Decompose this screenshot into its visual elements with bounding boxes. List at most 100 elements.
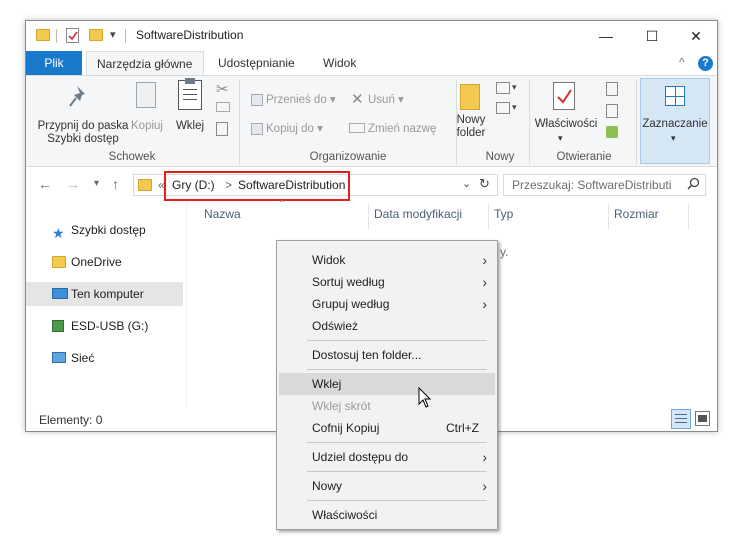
- menu-label: Wklej: [312, 377, 342, 391]
- network-icon: [52, 352, 66, 363]
- paste-button[interactable]: Wklej: [172, 120, 208, 133]
- nav-label: ESD-USB (G:): [71, 319, 149, 333]
- history-icon[interactable]: [606, 126, 618, 138]
- column-date-modified[interactable]: Data modyfikacji: [374, 207, 462, 221]
- menu-item-view[interactable]: Widok ›: [279, 249, 495, 271]
- chevron-down-icon[interactable]: ▾: [671, 132, 676, 145]
- cut-icon[interactable]: ✂: [216, 80, 229, 98]
- menu-separator: [307, 369, 487, 370]
- menu-item-refresh[interactable]: Odśwież: [279, 315, 495, 337]
- pin-icon: [68, 84, 92, 113]
- copy-button[interactable]: Kopiuj: [130, 120, 164, 133]
- minimize-button[interactable]: —: [583, 21, 629, 51]
- folder-icon: [36, 29, 50, 41]
- maximize-button[interactable]: ☐: [629, 21, 675, 51]
- menu-label: Sortuj według: [312, 275, 385, 289]
- search-icon: [687, 177, 700, 193]
- status-items-count: Elementy: 0: [39, 413, 103, 427]
- menu-item-new[interactable]: Nowy ›: [279, 475, 495, 497]
- copy-to-button[interactable]: Kopiuj do ▾: [266, 123, 323, 136]
- chevron-down-icon[interactable]: ▾: [512, 102, 517, 113]
- details-view-icon[interactable]: [671, 409, 691, 429]
- tab-home[interactable]: Narzędzia główne: [86, 51, 204, 75]
- chevron-right-icon: ›: [482, 296, 487, 312]
- help-icon[interactable]: ?: [698, 56, 713, 71]
- move-to-icon: [251, 94, 263, 106]
- tab-file[interactable]: Plik: [26, 51, 82, 75]
- nav-label: OneDrive: [71, 255, 122, 269]
- new-folder-button[interactable]: Nowy folder: [451, 114, 491, 140]
- chevron-right-icon: ›: [482, 449, 487, 465]
- copy-path-icon[interactable]: [216, 102, 230, 112]
- column-separator[interactable]: [488, 204, 489, 230]
- menu-item-paste[interactable]: Wklej: [279, 373, 495, 395]
- ribbon-tabs: Plik Narzędzia główne Udostępnianie Wido…: [26, 51, 717, 75]
- rename-icon: [349, 123, 365, 133]
- menu-item-share-with[interactable]: Udziel dostępu do ›: [279, 446, 495, 468]
- chevron-down-icon[interactable]: ▾: [558, 132, 563, 145]
- column-separator[interactable]: [608, 204, 609, 230]
- nav-label: Szybki dostęp: [71, 223, 146, 237]
- menu-shortcut: Ctrl+Z: [446, 421, 479, 435]
- tab-share[interactable]: Udostępnianie: [208, 51, 305, 75]
- column-type[interactable]: Typ: [494, 207, 513, 221]
- tab-view[interactable]: Widok: [313, 51, 366, 75]
- collapse-ribbon-icon[interactable]: ^: [679, 55, 685, 69]
- close-button[interactable]: ✕: [673, 21, 717, 51]
- address-dropdown-chevron-icon[interactable]: ⌄: [462, 177, 471, 190]
- menu-item-customize-folder[interactable]: Dostosuj ten folder...: [279, 344, 495, 366]
- menu-separator: [307, 500, 487, 501]
- nav-item-network[interactable]: Sieć: [26, 346, 183, 370]
- recent-locations-chevron-icon[interactable]: ▾: [94, 178, 99, 189]
- menu-label: Właściwości: [312, 508, 378, 522]
- back-arrow-icon[interactable]: ←: [38, 176, 52, 192]
- menu-label: Dostosuj ten folder...: [312, 348, 422, 362]
- easy-access-icon[interactable]: [496, 102, 510, 114]
- properties-quick-icon[interactable]: [66, 28, 79, 43]
- pin-quick-access-button[interactable]: Przypnij do paska Szybki dostęp: [30, 120, 136, 146]
- divider: [56, 29, 57, 43]
- column-name[interactable]: Nazwa: [204, 207, 241, 221]
- menu-item-undo-copy[interactable]: Cofnij Kopiuj Ctrl+Z: [279, 417, 495, 439]
- new-folder-quick-icon[interactable]: [89, 29, 103, 41]
- search-box[interactable]: Przeszukaj: SoftwareDistributi: [503, 174, 706, 196]
- column-separator[interactable]: [688, 204, 689, 230]
- group-label-open: Otwieranie: [556, 151, 612, 163]
- customize-toolbar-chevron-icon[interactable]: ▾: [110, 28, 116, 41]
- menu-label: Wklej skrót: [312, 399, 371, 413]
- menu-item-properties[interactable]: Właściwości: [279, 504, 495, 526]
- navigation-bar: ← → ▾ ↑ « Gry (D:) > SoftwareDistributio…: [26, 167, 717, 203]
- nav-item-onedrive[interactable]: OneDrive: [26, 250, 183, 274]
- edit-icon[interactable]: [606, 104, 618, 118]
- sort-chevron-up-icon: ⌃: [278, 199, 287, 210]
- search-placeholder: Przeszukaj: SoftwareDistributi: [512, 178, 672, 192]
- nav-item-quick-access[interactable]: ★ Szybki dostęp: [26, 218, 183, 242]
- menu-item-paste-shortcut[interactable]: Wklej skrót: [279, 395, 495, 417]
- menu-separator: [307, 442, 487, 443]
- open-icon[interactable]: [606, 82, 618, 96]
- up-arrow-icon[interactable]: ↑: [112, 176, 119, 192]
- delete-button[interactable]: Usuń ▾: [368, 94, 404, 107]
- move-to-button[interactable]: Przenieś do ▾: [266, 94, 336, 107]
- properties-button[interactable]: Właściwości: [533, 118, 599, 131]
- folder-icon: [138, 179, 152, 191]
- column-size[interactable]: Rozmiar: [614, 207, 659, 221]
- chevron-right-icon: ›: [482, 274, 487, 290]
- refresh-icon[interactable]: ↻: [479, 176, 490, 192]
- nav-item-usb[interactable]: ESD-USB (G:): [26, 314, 183, 338]
- rename-button[interactable]: Zmień nazwę: [368, 123, 436, 136]
- title-bar: ▾ SoftwareDistribution — ☐ ✕: [26, 21, 717, 51]
- group-label-organize: Organizowanie: [309, 151, 387, 163]
- large-icons-view-icon[interactable]: [695, 411, 710, 426]
- menu-item-group-by[interactable]: Grupuj według ›: [279, 293, 495, 315]
- forward-arrow-icon[interactable]: →: [66, 176, 80, 192]
- window-title: SoftwareDistribution: [136, 28, 244, 42]
- column-separator[interactable]: [368, 204, 369, 230]
- chevron-down-icon[interactable]: ▾: [512, 82, 517, 93]
- new-item-icon[interactable]: [496, 82, 510, 94]
- menu-label: Grupuj według: [312, 297, 390, 311]
- menu-item-sort-by[interactable]: Sortuj według ›: [279, 271, 495, 293]
- nav-item-this-pc[interactable]: Ten komputer: [26, 282, 183, 306]
- paste-shortcut-icon[interactable]: [216, 122, 228, 136]
- select-button[interactable]: Zaznaczanie: [640, 118, 710, 131]
